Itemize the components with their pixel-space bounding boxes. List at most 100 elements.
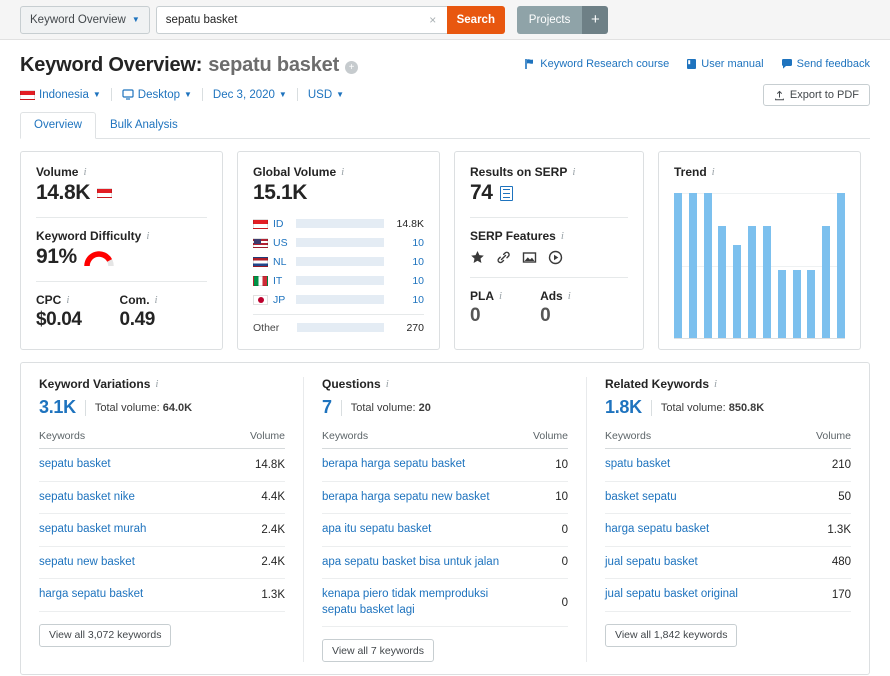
keyword-link[interactable]: apa itu sepatu basket <box>322 522 431 538</box>
table-row: harga sepatu basket 1.3K <box>39 578 285 612</box>
info-icon[interactable]: i <box>572 166 575 178</box>
country-code[interactable]: JP <box>268 294 296 306</box>
trend-bar <box>703 193 712 338</box>
send-feedback-link[interactable]: Send feedback <box>781 58 870 70</box>
tool-selector-dropdown[interactable]: Keyword Overview ▼ <box>20 5 150 34</box>
trend-bar <box>777 269 786 338</box>
filter-date[interactable]: Dec 3, 2020 ▼ <box>213 89 297 101</box>
country-row: US 10 <box>253 233 424 252</box>
keyword-link[interactable]: basket sepatu <box>605 490 677 506</box>
trend-bar <box>688 193 697 338</box>
panel-related-keywords: Related Keywords i 1.8K Total volume: 85… <box>586 377 869 663</box>
search-group: × Search <box>155 5 505 34</box>
keyword-link[interactable]: harga sepatu basket <box>605 522 709 538</box>
info-icon[interactable]: i <box>386 378 389 390</box>
flag-id-icon <box>253 218 268 229</box>
panel-count[interactable]: 1.8K <box>605 397 642 418</box>
trend-label-row: Trend i <box>674 165 845 179</box>
info-plus-icon[interactable]: + <box>345 61 359 74</box>
info-icon[interactable]: i <box>341 166 344 178</box>
col-volume: Volume <box>799 430 851 449</box>
view-all-button[interactable]: View all 7 keywords <box>322 639 435 663</box>
results-on-serp-value: 74 <box>470 181 493 204</box>
filter-currency[interactable]: USD ▼ <box>308 89 354 101</box>
difficulty-gauge-icon <box>84 249 114 267</box>
keyword-link[interactable]: jual sepatu basket original <box>605 587 738 603</box>
keyword-link[interactable]: apa sepatu basket bisa untuk jalan <box>322 555 499 571</box>
search-button[interactable]: Search <box>446 5 505 34</box>
trend-chart <box>674 193 845 339</box>
image-pack-icon[interactable] <box>522 250 537 265</box>
ads-value: 0 <box>540 305 551 326</box>
panel-total: Total volume: 850.8K <box>661 402 764 414</box>
serp-document-icon[interactable] <box>499 185 513 201</box>
country-code[interactable]: NL <box>268 256 296 268</box>
info-icon[interactable]: i <box>714 378 717 390</box>
tab-overview[interactable]: Overview <box>20 112 96 139</box>
book-icon <box>687 59 697 69</box>
info-icon[interactable]: i <box>146 230 149 242</box>
info-icon[interactable]: i <box>499 290 502 302</box>
reviews-star-icon[interactable] <box>470 250 485 265</box>
info-icon[interactable]: i <box>155 294 158 306</box>
cpc-value: $0.04 <box>36 309 82 330</box>
divider <box>253 314 424 315</box>
info-icon[interactable]: i <box>66 294 69 306</box>
keyword-link[interactable]: sepatu new basket <box>39 555 135 571</box>
filter-country[interactable]: Indonesia ▼ <box>20 89 111 101</box>
info-icon[interactable]: i <box>561 230 564 242</box>
keyword-link[interactable]: harga sepatu basket <box>39 587 143 603</box>
trend-bar <box>792 269 801 338</box>
chevron-down-icon: ▼ <box>183 90 192 99</box>
country-code[interactable]: IT <box>268 275 296 287</box>
video-play-icon[interactable] <box>548 250 563 265</box>
info-icon[interactable]: i <box>712 166 715 178</box>
keyword-link[interactable]: sepatu basket <box>39 457 111 473</box>
page-title-keyword: sepatu basket <box>208 54 340 76</box>
divider <box>36 217 207 218</box>
info-icon[interactable]: i <box>155 378 158 390</box>
divider <box>650 399 652 416</box>
export-to-pdf-label: Export to PDF <box>789 89 859 101</box>
table-row: sepatu basket 14.8K <box>39 448 285 482</box>
keyword-link[interactable]: sepatu basket murah <box>39 522 146 538</box>
clear-search-icon[interactable]: × <box>424 6 442 34</box>
view-all-button[interactable]: View all 3,072 keywords <box>39 623 172 647</box>
view-all-button[interactable]: View all 1,842 keywords <box>605 623 738 647</box>
keyword-link[interactable]: berapa harga sepatu new basket <box>322 490 490 506</box>
country-code[interactable]: ID <box>268 218 296 230</box>
keyword-link[interactable]: berapa harga sepatu basket <box>322 457 465 473</box>
projects-button[interactable]: Projects <box>516 5 583 34</box>
add-project-button[interactable]: + <box>582 5 609 34</box>
keyword-link[interactable]: sepatu basket nike <box>39 490 135 506</box>
trend-bar <box>822 226 831 338</box>
info-icon[interactable]: i <box>568 290 571 302</box>
panel-total-value: 20 <box>418 401 431 414</box>
panel-count[interactable]: 3.1K <box>39 397 76 418</box>
info-icon[interactable]: i <box>83 166 86 178</box>
country-bar-track <box>296 295 384 304</box>
export-to-pdf-button[interactable]: Export to PDF <box>762 84 870 106</box>
chevron-down-icon: ▼ <box>278 90 287 99</box>
country-volume: 14.8K <box>396 217 424 230</box>
panel-count[interactable]: 7 <box>322 397 332 418</box>
keyword-link[interactable]: spatu basket <box>605 457 670 473</box>
ads-block: Ads i 0 <box>540 289 571 327</box>
panel-title: Keyword Variations i <box>39 377 285 391</box>
keyword-table: Keywords Volume berapa harga sepatu bask… <box>322 430 568 628</box>
keyword-link[interactable]: jual sepatu basket <box>605 555 698 571</box>
search-input[interactable] <box>155 5 447 34</box>
keyword-volume: 50 <box>799 481 851 515</box>
tab-bulk-analysis[interactable]: Bulk Analysis <box>96 112 192 138</box>
keyword-research-course-label: Keyword Research course <box>540 58 670 70</box>
sitelinks-chain-icon[interactable] <box>496 250 511 265</box>
keyword-link[interactable]: kenapa piero tidak memproduksi sepatu ba… <box>322 587 516 618</box>
keyword-research-course-link[interactable]: Keyword Research course <box>524 58 669 70</box>
filter-device[interactable]: Desktop ▼ <box>122 89 202 101</box>
col-volume: Volume <box>233 430 285 449</box>
user-manual-link[interactable]: User manual <box>686 58 764 70</box>
country-bar-track <box>296 276 384 285</box>
flag-jp-icon <box>253 294 268 305</box>
country-code[interactable]: US <box>268 237 296 249</box>
pla-ads-row: PLA i 0 Ads i 0 <box>470 289 628 327</box>
